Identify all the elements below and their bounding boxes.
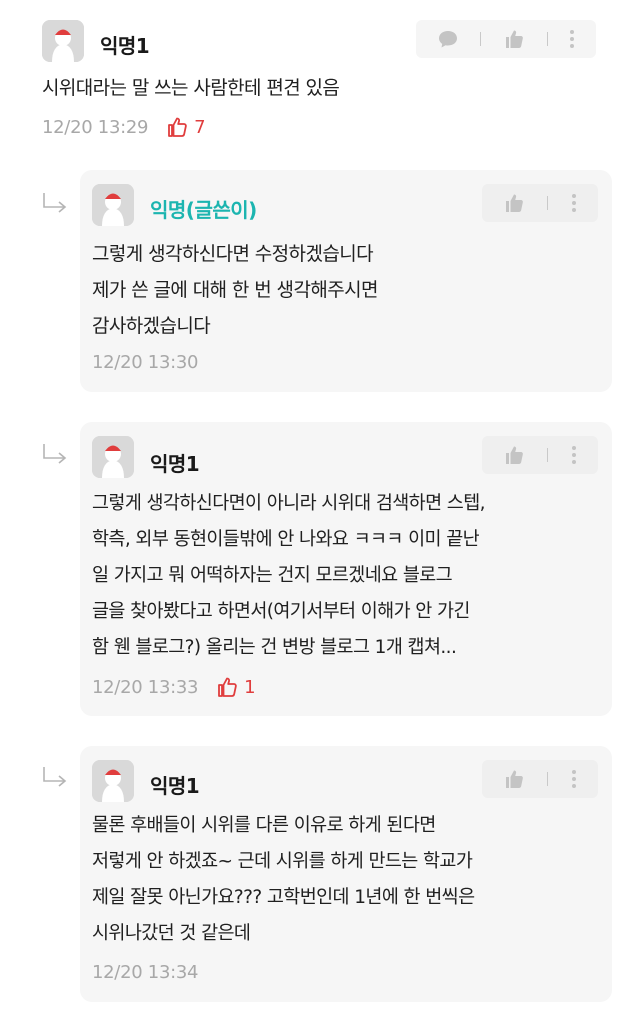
anonymous-avatar-icon bbox=[92, 760, 134, 802]
divider bbox=[547, 196, 549, 210]
like-button[interactable] bbox=[503, 768, 525, 790]
like-button[interactable] bbox=[503, 192, 525, 214]
anonymous-avatar-icon bbox=[92, 184, 134, 226]
comment-meta: 12/20 13:30 bbox=[92, 352, 198, 373]
author-name: 익명1 bbox=[150, 452, 200, 476]
comment-line: 물론 후배들이 시위를 다른 이유로 하게 된다면 bbox=[92, 815, 436, 836]
comment-line: 글을 찾아봤다고 하면서(여기서부터 이해가 안 가긴 bbox=[92, 601, 470, 622]
author-name: 익명1 bbox=[150, 774, 200, 798]
author-name: 익명(글쓴이) bbox=[150, 198, 257, 222]
comment-line: 학측, 외부 동현이들밖에 안 나와요 ㅋㅋㅋ 이미 끝난 bbox=[92, 529, 480, 550]
thumbs-up-icon bbox=[505, 30, 523, 48]
comment-line: 시위나갔던 것 같은데 bbox=[92, 923, 251, 944]
comment-meta: 12/20 13:33 1 bbox=[92, 676, 256, 698]
divider bbox=[546, 32, 548, 46]
speech-bubble-icon bbox=[438, 31, 457, 48]
comment-body: 물론 후배들이 시위를 다른 이유로 하게 된다면 저렇게 안 하겠죠~ 근데 … bbox=[92, 808, 475, 952]
timestamp: 12/20 13:29 bbox=[42, 116, 149, 138]
more-button[interactable] bbox=[571, 445, 577, 465]
vertical-dots-icon bbox=[570, 30, 575, 48]
comment-button[interactable] bbox=[437, 28, 459, 50]
more-button[interactable] bbox=[571, 193, 577, 213]
author-name: 익명1 bbox=[100, 34, 150, 58]
thumbs-up-icon bbox=[506, 770, 524, 788]
timestamp: 12/20 13:33 bbox=[92, 676, 199, 698]
avatar[interactable] bbox=[92, 184, 134, 226]
comment-line: 함 웬 블로그?) 올리는 건 변방 블로그 1개 캡쳐... bbox=[92, 637, 457, 658]
reply-arrow-icon bbox=[43, 193, 67, 213]
reply-arrow-icon bbox=[43, 767, 67, 787]
comment-line: 그렇게 생각하신다면이 아니라 시위대 검색하면 스텝, bbox=[92, 493, 486, 514]
thumbs-up-outline-icon bbox=[218, 677, 237, 697]
vertical-dots-icon bbox=[571, 194, 576, 212]
vote-count: 7 bbox=[166, 116, 206, 138]
anonymous-avatar-icon bbox=[42, 20, 84, 62]
comment-body: 시위대라는 말 쓰는 사람한테 편견 있음 bbox=[42, 70, 340, 106]
comment-actions bbox=[482, 184, 598, 222]
vote-number: 7 bbox=[194, 116, 206, 138]
reply-card: 익명(글쓴이) 그렇게 생각하신다면 수정하겠습니다 제가 쓴 글에 대해 한 … bbox=[80, 170, 612, 392]
avatar[interactable] bbox=[92, 760, 134, 802]
reply-card: 익명1 물론 후배들이 시위를 다른 이유로 하게 된다면 저렇게 안 하겠죠~… bbox=[80, 746, 612, 1002]
divider bbox=[480, 32, 482, 46]
like-button[interactable] bbox=[503, 444, 525, 466]
timestamp: 12/20 13:34 bbox=[92, 962, 199, 983]
comment-actions bbox=[482, 760, 598, 798]
divider bbox=[547, 448, 549, 462]
comment-meta: 12/20 13:29 7 bbox=[42, 116, 206, 138]
comment-actions bbox=[416, 20, 596, 58]
avatar[interactable] bbox=[42, 20, 84, 62]
comment-line: 일 가지고 뭐 어떡하자는 건지 모르겠네요 블로그 bbox=[92, 565, 453, 586]
comment-line: 시위대라는 말 쓰는 사람한테 편견 있음 bbox=[42, 77, 340, 99]
comment-body: 그렇게 생각하신다면 수정하겠습니다 제가 쓴 글에 대해 한 번 생각해주시면… bbox=[92, 236, 378, 344]
reply-card: 익명1 그렇게 생각하신다면이 아니라 시위대 검색하면 스텝, 학측, 외부 … bbox=[80, 422, 612, 716]
vote-number: 1 bbox=[244, 676, 256, 698]
comment-line: 저렇게 안 하겠죠~ 근데 시위를 하게 만드는 학교가 bbox=[92, 851, 473, 872]
comment-body: 그렇게 생각하신다면이 아니라 시위대 검색하면 스텝, 학측, 외부 동현이들… bbox=[92, 486, 486, 666]
thumbs-up-outline-icon bbox=[168, 117, 187, 137]
comment-line: 그렇게 생각하신다면 수정하겠습니다 bbox=[92, 243, 374, 265]
more-button[interactable] bbox=[569, 29, 575, 49]
comment-meta: 12/20 13:34 bbox=[92, 962, 198, 983]
reply-arrow-icon bbox=[43, 444, 67, 464]
comment-actions bbox=[482, 436, 598, 474]
vertical-dots-icon bbox=[571, 770, 576, 788]
timestamp: 12/20 13:30 bbox=[92, 352, 199, 373]
thumbs-up-icon bbox=[506, 446, 524, 464]
vote-count: 1 bbox=[216, 676, 256, 698]
like-button[interactable] bbox=[503, 28, 525, 50]
thumbs-up-icon bbox=[506, 194, 524, 212]
divider bbox=[547, 772, 549, 786]
more-button[interactable] bbox=[571, 769, 577, 789]
comment-line: 감사하겠습니다 bbox=[92, 315, 211, 337]
comment-line: 제가 쓴 글에 대해 한 번 생각해주시면 bbox=[92, 279, 378, 301]
avatar[interactable] bbox=[92, 436, 134, 478]
comment-line: 제일 잘못 아닌가요??? 고학번인데 1년에 한 번씩은 bbox=[92, 887, 475, 908]
vertical-dots-icon bbox=[571, 446, 576, 464]
anonymous-avatar-icon bbox=[92, 436, 134, 478]
